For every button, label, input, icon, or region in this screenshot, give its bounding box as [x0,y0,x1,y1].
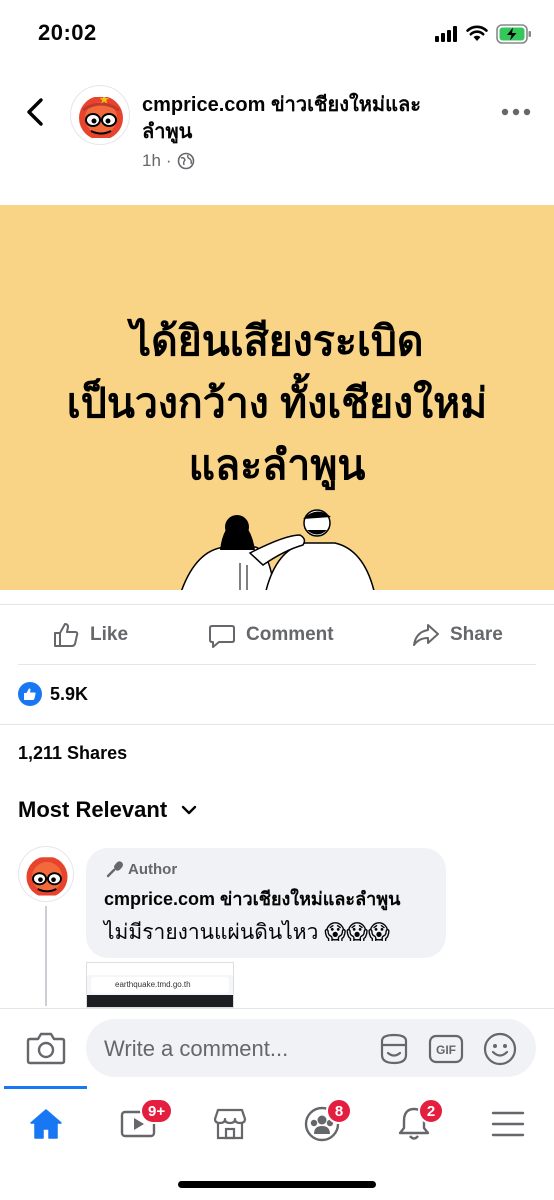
post-image[interactable]: ได้ยินเสียงระเบิด เป็นวงกว้าง ทั้งเชียงใ… [0,205,554,590]
comment-label: Comment [246,624,334,645]
cellular-signal-icon [435,26,459,42]
microphone-icon [106,861,123,878]
home-icon [30,1109,62,1139]
page-name[interactable]: cmprice.com ข่าวเชียงใหม่และลำพูน [142,92,462,146]
post-time: 1h [142,151,161,170]
attachment-status-bar [87,963,233,975]
attachment-url: earthquake.tmd.go.th [91,977,229,993]
tab-marketplace[interactable] [184,1094,276,1154]
avatar-sticker-icon[interactable] [376,1031,412,1067]
comment-input[interactable]: Write a comment... GIF [86,1019,536,1077]
comment-composer: Write a comment... GIF [0,1008,554,1086]
banner-text: ได้ยินเสียงระเบิด เป็นวงกว้าง ทั้งเชียงใ… [0,310,554,496]
comment-sort-dropdown[interactable]: Most Relevant [18,797,197,823]
notifications-badge: 2 [418,1098,444,1124]
page-avatar[interactable] [70,85,130,145]
hamburger-menu-icon [491,1111,525,1137]
like-label: Like [90,624,129,645]
share-count[interactable]: 1,211 Shares [18,743,127,764]
page-logo-icon [26,850,68,901]
commenter-avatar[interactable] [18,846,74,902]
tab-groups[interactable]: 8 [276,1094,368,1154]
comment-button[interactable]: Comment [208,605,334,665]
page-logo-icon [79,90,123,144]
home-indicator [178,1181,376,1188]
battery-charging-icon [496,24,531,44]
banner-line-1: ได้ยินเสียงระเบิด [130,318,424,364]
status-bar: 20:02 [0,0,554,70]
share-arrow-icon [413,624,439,646]
sort-label: Most Relevant [18,797,168,822]
tab-notifications[interactable]: 2 [368,1094,460,1154]
comment-attachment-image[interactable]: earthquake.tmd.go.th [86,962,234,1008]
banner-line-3: และลำพูน [188,442,366,488]
camera-icon[interactable] [26,1029,66,1067]
emoji-icon[interactable] [482,1031,518,1067]
like-button[interactable]: Like [52,605,128,665]
comment-bubble[interactable]: Author cmprice.com ข่าวเชียงใหม่และลำพูน… [86,848,446,958]
reaction-count: 5.9K [50,683,89,704]
like-reaction-icon [18,682,42,706]
comment-bubble-icon [209,625,235,648]
back-arrow-icon[interactable] [22,96,50,128]
share-label: Share [450,624,503,645]
globe-icon [177,152,194,170]
share-button[interactable]: Share [412,605,503,665]
chevron-down-icon [181,805,197,815]
author-badge-label: Author [128,860,178,878]
tab-home[interactable] [0,1094,92,1154]
divider [18,664,536,665]
meta-separator: · [165,151,172,170]
groups-badge: 8 [326,1098,352,1124]
tab-menu[interactable] [462,1094,554,1154]
tab-watch[interactable]: 9+ [92,1094,184,1154]
couple-illustration-icon [181,509,375,590]
watch-badge: 9+ [140,1098,174,1124]
marketplace-shop-icon [213,1108,247,1140]
author-badge: Author [106,860,177,878]
status-time: 20:02 [38,20,97,45]
active-tab-indicator [4,1086,87,1089]
thread-line [45,906,47,1006]
wifi-icon [466,25,488,41]
divider [0,724,554,725]
more-options-icon[interactable] [500,106,532,118]
reaction-summary[interactable]: 5.9K [18,682,88,706]
svg-text:GIF: GIF [436,1043,456,1057]
post-actions: Like Comment Share [0,605,554,665]
thumbs-up-icon [54,623,79,647]
comment-placeholder: Write a comment... [104,1036,289,1061]
post-meta: 1h · [142,151,195,171]
attachment-footer [87,995,233,1007]
comment-text: ไม่มีรายงานแผ่นดินไหว 😱😱😱 [104,921,390,944]
commenter-name[interactable]: cmprice.com ข่าวเชียงใหม่และลำพูน [104,884,400,913]
banner-line-2: เป็นวงกว้าง ทั้งเชียงใหม่ [66,380,488,426]
gif-icon[interactable]: GIF [428,1031,464,1067]
